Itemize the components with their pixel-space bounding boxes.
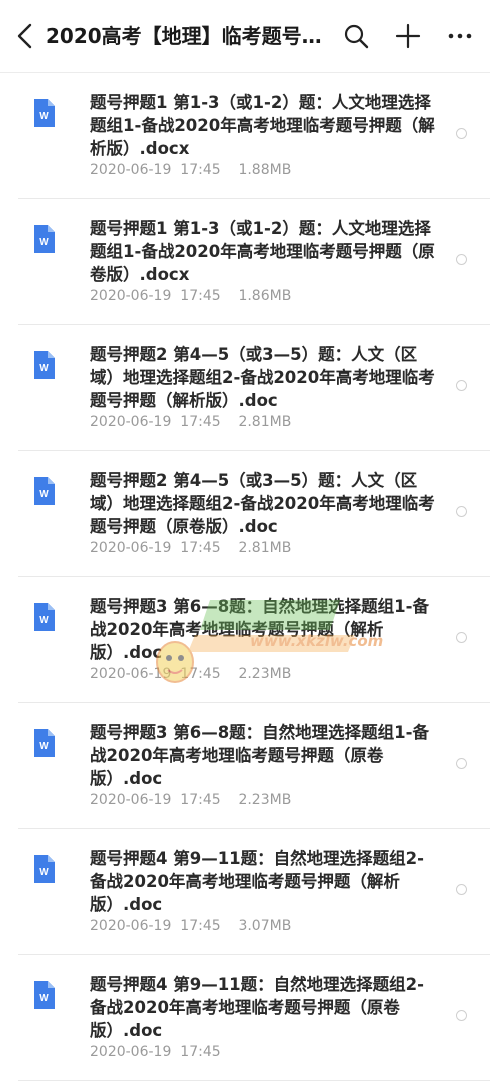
file-meta: 2020-06-19 17:45 3.07MB bbox=[90, 918, 291, 934]
select-radio[interactable] bbox=[456, 632, 467, 643]
file-date: 2020-06-19 bbox=[90, 162, 172, 178]
svg-text:W: W bbox=[39, 615, 49, 626]
word-document-icon: W bbox=[34, 981, 55, 1009]
file-list: W 题号押题1 第1-3（或1-2）题：人文地理选择题组1-备战2020年高考地理… bbox=[0, 73, 490, 1081]
file-name: 题号押题1 第1-3（或1-2）题：人文地理选择题组1-备战2020年高考地理临… bbox=[90, 219, 435, 284]
word-document-icon: W bbox=[34, 477, 55, 505]
file-name: 题号押题3 第6—8题：自然地理选择题组1-备战2020年高考地理临考题号押题（… bbox=[90, 723, 430, 788]
file-size: 2.81MB bbox=[238, 540, 292, 556]
file-date: 2020-06-19 bbox=[90, 540, 172, 556]
svg-text:W: W bbox=[39, 363, 49, 374]
file-date: 2020-06-19 bbox=[90, 666, 172, 682]
word-document-icon: W bbox=[34, 855, 55, 883]
file-date: 2020-06-19 bbox=[90, 792, 172, 808]
file-row[interactable]: W 题号押题1 第1-3（或1-2）题：人文地理选择题组1-备战2020年高考地理… bbox=[18, 199, 490, 325]
file-meta: 2020-06-19 17:45 bbox=[90, 1044, 238, 1060]
file-name: 题号押题4 第9—11题：自然地理选择题组2-备战2020年高考地理临考题号押题… bbox=[90, 975, 424, 1040]
file-time: 17:45 bbox=[180, 162, 221, 178]
file-name: 题号押题4 第9—11题：自然地理选择题组2-备战2020年高考地理临考题号押题… bbox=[90, 849, 424, 914]
page-title: 2020高考【地理】临考题号押题 bbox=[46, 24, 336, 48]
file-date: 2020-06-19 bbox=[90, 414, 172, 430]
select-radio[interactable] bbox=[456, 254, 467, 265]
svg-text:W: W bbox=[39, 867, 49, 878]
select-radio[interactable] bbox=[456, 128, 467, 139]
file-meta: 2020-06-19 17:45 2.81MB bbox=[90, 540, 291, 556]
svg-text:W: W bbox=[39, 111, 49, 122]
file-row[interactable]: W 题号押题2 第4—5（或3—5）题：人文（区域）地理选择题组2-备战2020年… bbox=[18, 451, 490, 577]
file-meta: 2020-06-19 17:45 2.81MB bbox=[90, 414, 291, 430]
file-size: 2.81MB bbox=[238, 414, 292, 430]
select-radio[interactable] bbox=[456, 1010, 467, 1021]
word-document-icon: W bbox=[34, 351, 55, 379]
chevron-left-icon[interactable] bbox=[14, 22, 36, 50]
more-horizontal-icon[interactable] bbox=[446, 22, 474, 50]
file-row[interactable]: W 题号押题1 第1-3（或1-2）题：人文地理选择题组1-备战2020年高考地理… bbox=[18, 73, 490, 199]
file-meta: 2020-06-19 17:45 1.88MB bbox=[90, 162, 291, 178]
plus-icon[interactable] bbox=[394, 22, 422, 50]
file-row[interactable]: W 题号押题3 第6—8题：自然地理选择题组1-备战2020年高考地理临考题号押题… bbox=[18, 577, 490, 703]
file-date: 2020-06-19 bbox=[90, 1044, 172, 1060]
word-document-icon: W bbox=[34, 225, 55, 253]
svg-text:W: W bbox=[39, 489, 49, 500]
file-size: 3.07MB bbox=[238, 918, 292, 934]
file-time: 17:45 bbox=[180, 918, 221, 934]
file-time: 17:45 bbox=[180, 540, 221, 556]
file-size: 1.88MB bbox=[238, 162, 292, 178]
file-size: 1.86MB bbox=[238, 288, 292, 304]
file-row[interactable]: W 题号押题3 第6—8题：自然地理选择题组1-备战2020年高考地理临考题号押题… bbox=[18, 703, 490, 829]
select-radio[interactable] bbox=[456, 380, 467, 391]
file-name: 题号押题2 第4—5（或3—5）题：人文（区域）地理选择题组2-备战2020年高… bbox=[90, 471, 435, 536]
select-radio[interactable] bbox=[456, 884, 467, 895]
svg-text:W: W bbox=[39, 237, 49, 248]
file-time: 17:45 bbox=[180, 666, 221, 682]
file-time: 17:45 bbox=[180, 792, 221, 808]
file-time: 17:45 bbox=[180, 414, 221, 430]
file-size: 2.23MB bbox=[238, 792, 292, 808]
select-radio[interactable] bbox=[456, 506, 467, 517]
svg-text:W: W bbox=[39, 741, 49, 752]
file-time: 17:45 bbox=[180, 288, 221, 304]
search-icon[interactable] bbox=[342, 22, 370, 50]
svg-text:W: W bbox=[39, 993, 49, 1004]
word-document-icon: W bbox=[34, 99, 55, 127]
file-date: 2020-06-19 bbox=[90, 288, 172, 304]
file-name: 题号押题3 第6—8题：自然地理选择题组1-备战2020年高考地理临考题号押题（… bbox=[90, 597, 430, 662]
file-row[interactable]: W 题号押题4 第9—11题：自然地理选择题组2-备战2020年高考地理临考题号押… bbox=[18, 955, 490, 1081]
top-bar: 2020高考【地理】临考题号押题 bbox=[0, 0, 490, 73]
file-name: 题号押题2 第4—5（或3—5）题：人文（区域）地理选择题组2-备战2020年高… bbox=[90, 345, 435, 410]
file-size: 2.23MB bbox=[238, 666, 292, 682]
file-meta: 2020-06-19 17:45 1.86MB bbox=[90, 288, 291, 304]
file-time: 17:45 bbox=[180, 1044, 221, 1060]
file-name: 题号押题1 第1-3（或1-2）题：人文地理选择题组1-备战2020年高考地理临… bbox=[90, 93, 435, 158]
file-meta: 2020-06-19 17:45 2.23MB bbox=[90, 792, 291, 808]
file-date: 2020-06-19 bbox=[90, 918, 172, 934]
word-document-icon: W bbox=[34, 729, 55, 757]
file-row[interactable]: W 题号押题4 第9—11题：自然地理选择题组2-备战2020年高考地理临考题号押… bbox=[18, 829, 490, 955]
file-row[interactable]: W 题号押题2 第4—5（或3—5）题：人文（区域）地理选择题组2-备战2020年… bbox=[18, 325, 490, 451]
file-meta: 2020-06-19 17:45 2.23MB bbox=[90, 666, 291, 682]
select-radio[interactable] bbox=[456, 758, 467, 769]
word-document-icon: W bbox=[34, 603, 55, 631]
